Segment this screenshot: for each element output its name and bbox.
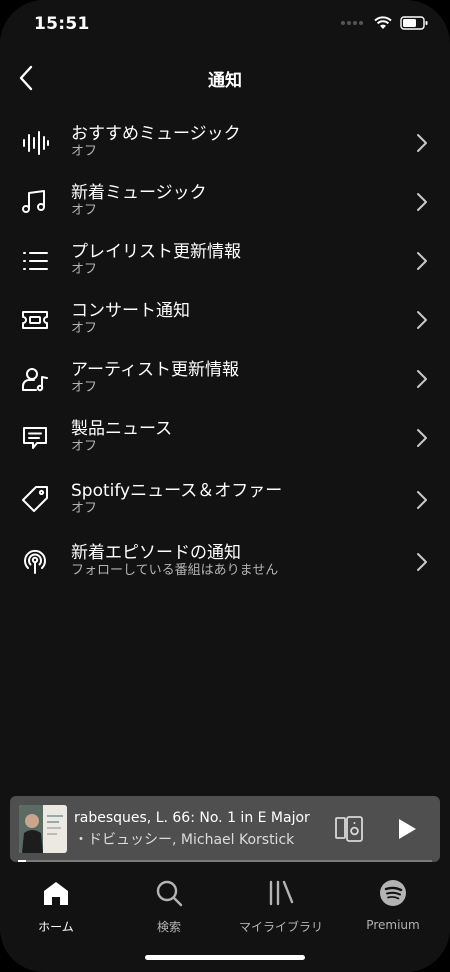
ticket-icon	[18, 303, 52, 337]
setting-label: アーティスト更新情報	[71, 360, 239, 380]
setting-label: コンサート通知	[71, 301, 190, 321]
status-bar: 15:51	[0, 0, 450, 52]
battery-icon	[400, 16, 428, 30]
setting-status: オフ	[71, 203, 98, 218]
chevron-right-icon	[414, 368, 430, 390]
album-art	[19, 805, 67, 853]
track-artist: ・ドビュッシー, Michael Korstick	[74, 832, 295, 848]
spotify-icon	[337, 878, 449, 908]
podcast-icon	[18, 544, 52, 578]
chevron-right-icon	[414, 309, 430, 331]
setting-label: 新着エピソードの通知	[71, 543, 241, 563]
tab-label: ホーム	[38, 920, 74, 934]
list-icon	[18, 244, 52, 278]
tab-label: 検索	[156, 920, 181, 934]
setting-row-new-music[interactable]: 新着ミュージック オフ	[0, 171, 450, 230]
home-icon	[0, 878, 112, 908]
wifi-icon	[374, 16, 392, 29]
track-info: rabesques, L. 66: No. 1 in E Major ・ドビュッ…	[74, 809, 310, 849]
setting-status: オフ	[71, 321, 98, 336]
chevron-right-icon	[414, 191, 430, 213]
message-icon	[18, 421, 52, 455]
setting-label: 新着ミュージック	[71, 183, 207, 203]
search-icon	[113, 878, 225, 908]
tab-search[interactable]: 検索	[113, 878, 225, 935]
notification-settings-list: おすすめミュージック オフ 新着ミュージック オフ プレイリスト更新情報 オフ …	[0, 112, 450, 587]
waveform-icon	[18, 126, 52, 160]
library-icon	[225, 878, 337, 908]
tag-icon	[18, 482, 52, 516]
play-button[interactable]	[394, 817, 418, 841]
artist-icon	[18, 362, 52, 396]
setting-status: オフ	[71, 501, 98, 516]
phone-screen: 15:51 通知 おすすめミュージック オフ 新着ミュージック オフ プレイリス…	[0, 0, 450, 972]
nav-header: 通知	[0, 52, 450, 104]
setting-label: プレイリスト更新情報	[71, 242, 241, 262]
tab-label: Premium	[366, 918, 420, 932]
home-indicator	[145, 955, 305, 960]
chevron-right-icon	[414, 427, 430, 449]
chevron-right-icon	[414, 489, 430, 511]
signal-dots-icon	[341, 21, 363, 25]
tab-label: マイライブラリ	[238, 920, 323, 934]
play-icon	[399, 819, 416, 839]
setting-row-playlist-updates[interactable]: プレイリスト更新情報 オフ	[0, 230, 450, 289]
status-icons	[340, 16, 428, 30]
chevron-right-icon	[414, 250, 430, 272]
playback-progress-fill	[18, 860, 27, 862]
setting-status: オフ	[71, 144, 98, 159]
music-note-icon	[18, 185, 52, 219]
page-title: 通知	[208, 71, 242, 91]
chevron-right-icon	[414, 551, 430, 573]
track-title: rabesques, L. 66: No. 1 in E Major	[74, 810, 310, 826]
tab-premium[interactable]: Premium	[337, 878, 449, 932]
setting-label: 製品ニュース	[71, 419, 173, 439]
setting-status: オフ	[71, 262, 98, 277]
tab-library[interactable]: マイライブラリ	[225, 878, 337, 935]
setting-status: フォローしている番組はありません	[71, 563, 279, 578]
speaker-device-icon	[335, 816, 363, 842]
tab-home[interactable]: ホーム	[0, 878, 112, 935]
setting-row-artist-updates[interactable]: アーティスト更新情報 オフ	[0, 348, 450, 407]
setting-row-spotify-news[interactable]: Spotifyニュース＆オファー オフ	[0, 466, 450, 528]
playback-progress-bar	[18, 860, 432, 862]
setting-row-concerts[interactable]: コンサート通知 オフ	[0, 289, 450, 348]
setting-label: おすすめミュージック	[71, 124, 241, 144]
setting-status: オフ	[71, 439, 98, 454]
setting-row-new-episodes[interactable]: 新着エピソードの通知 フォローしている番組はありません	[0, 528, 450, 587]
status-time: 15:51	[34, 14, 90, 34]
mini-player[interactable]: rabesques, L. 66: No. 1 in E Major ・ドビュッ…	[10, 796, 440, 862]
setting-status: オフ	[71, 380, 98, 395]
setting-row-product-news[interactable]: 製品ニュース オフ	[0, 407, 450, 466]
connect-device-button[interactable]	[334, 815, 364, 843]
setting-label: Spotifyニュース＆オファー	[71, 481, 283, 501]
setting-row-recommended-music[interactable]: おすすめミュージック オフ	[0, 112, 450, 171]
chevron-right-icon	[414, 132, 430, 154]
